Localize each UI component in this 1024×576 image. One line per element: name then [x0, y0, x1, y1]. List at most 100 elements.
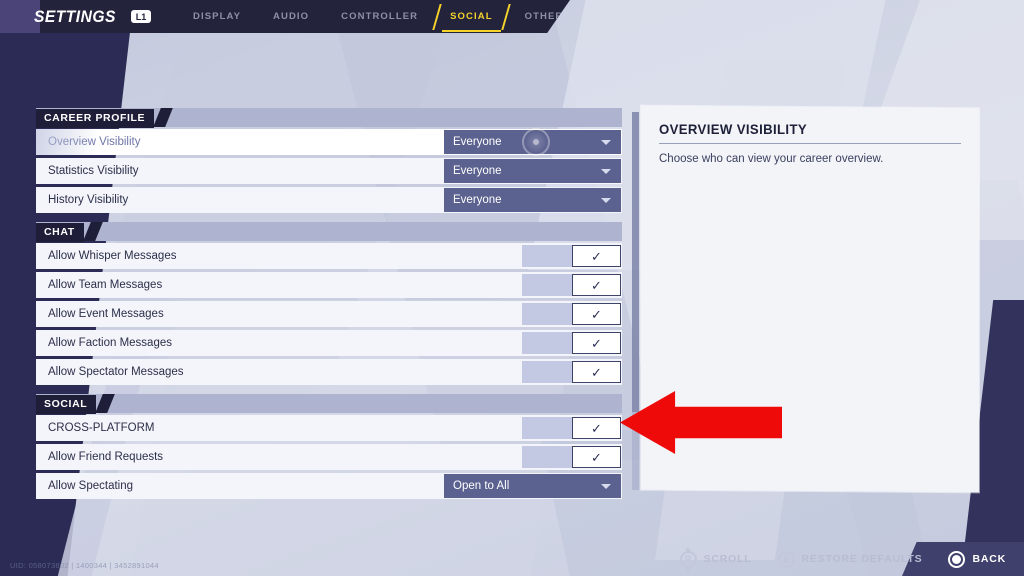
- setting-label: Allow Friend Requests: [48, 451, 164, 463]
- allow-team-messages-checkbox[interactable]: ✓: [522, 274, 621, 296]
- setting-row-allow-team-messages[interactable]: Allow Team Messages ✓: [36, 272, 622, 298]
- allow-friend-requests-checkbox[interactable]: ✓: [522, 446, 621, 468]
- checkbox-track: [522, 274, 572, 296]
- setting-row-allow-spectating[interactable]: Allow Spectating Open to All: [36, 473, 622, 499]
- info-panel-title: OVERVIEW VISIBILITY: [659, 121, 808, 137]
- tab-label: SOCIAL: [450, 11, 493, 22]
- info-panel-content: OVERVIEW VISIBILITY Choose who can view …: [641, 107, 979, 182]
- setting-label: History Visibility: [48, 194, 129, 206]
- cursor-indicator: [522, 128, 550, 156]
- shoulder-button-l1-badge[interactable]: L1: [131, 10, 152, 23]
- allow-whisper-messages-checkbox[interactable]: ✓: [522, 245, 621, 267]
- history-visibility-dropdown[interactable]: Everyone: [444, 188, 621, 212]
- group-slash-decoration: [95, 394, 116, 413]
- setting-row-statistics-visibility[interactable]: Statistics Visibility Everyone: [36, 158, 622, 184]
- build-id-text: UID: 058073802 | 1400344 | 3452891044: [10, 561, 159, 570]
- checkmark-icon: ✓: [572, 332, 621, 354]
- chevron-down-icon: [601, 198, 611, 203]
- group-title: CAREER PROFILE: [36, 109, 155, 128]
- prompt-restore-defaults[interactable]: RESTORE DEFAULTS: [777, 550, 923, 568]
- allow-spectator-messages-checkbox[interactable]: ✓: [522, 361, 621, 383]
- setting-row-history-visibility[interactable]: History Visibility Everyone: [36, 187, 622, 213]
- info-panel-divider: [659, 143, 961, 144]
- tab-label: AUDIO: [273, 11, 310, 22]
- prompt-label: RESTORE DEFAULTS: [801, 553, 923, 565]
- tab-other[interactable]: OTHER: [509, 0, 570, 33]
- tab-audio[interactable]: AUDIO: [257, 0, 325, 33]
- circle-button-icon: [948, 550, 966, 568]
- tab-social[interactable]: SOCIAL: [434, 0, 509, 33]
- group-slash-decoration: [153, 108, 174, 127]
- checkbox-track: [522, 446, 572, 468]
- tab-controller[interactable]: CONTROLLER: [325, 0, 434, 33]
- checkbox-track: [522, 245, 572, 267]
- setting-label: Allow Event Messages: [48, 308, 164, 320]
- settings-tab-list: DISPLAY AUDIO CONTROLLER SOCIAL OTHER AC…: [177, 0, 730, 33]
- top-navigation-bar: SETTINGS L1 DISPLAY AUDIO CONTROLLER SOC…: [0, 0, 570, 33]
- dropdown-value: Everyone: [453, 165, 502, 177]
- checkmark-icon: ✓: [572, 446, 621, 468]
- settings-scrollbar-thumb[interactable]: [632, 112, 639, 412]
- checkmark-icon: ✓: [572, 274, 621, 296]
- settings-scrollbar-track[interactable]: [632, 112, 639, 490]
- dropdown-value: Everyone: [453, 194, 502, 206]
- setting-label: Allow Faction Messages: [48, 337, 172, 349]
- setting-row-cross-platform[interactable]: CROSS-PLATFORM ✓: [36, 415, 622, 441]
- allow-faction-messages-checkbox[interactable]: ✓: [522, 332, 621, 354]
- group-header-background: [36, 394, 622, 413]
- group-header-social: SOCIAL: [36, 394, 622, 414]
- checkbox-track: [522, 332, 572, 354]
- tab-label: ACCESSIBILITY: [595, 11, 682, 22]
- prompt-label: BACK: [972, 553, 1006, 565]
- group-title: CHAT: [36, 223, 84, 242]
- info-panel-description: Choose who can view your career overview…: [659, 153, 884, 165]
- game-settings-screen: SETTINGS L1 DISPLAY AUDIO CONTROLLER SOC…: [0, 0, 1024, 576]
- tab-accessibility[interactable]: ACCESSIBILITY: [579, 0, 698, 33]
- cross-platform-checkbox[interactable]: ✓: [522, 417, 621, 439]
- setting-label: Allow Team Messages: [48, 279, 163, 291]
- overview-visibility-dropdown[interactable]: Everyone: [444, 128, 621, 156]
- checkmark-icon: ✓: [572, 417, 621, 439]
- setting-label: Allow Spectator Messages: [48, 366, 184, 378]
- group-title: SOCIAL: [36, 395, 97, 414]
- tab-label: DISPLAY: [193, 11, 242, 22]
- setting-label: Allow Spectating: [48, 480, 134, 492]
- setting-row-allow-friend-requests[interactable]: Allow Friend Requests ✓: [36, 444, 622, 470]
- group-header-chat: CHAT: [36, 222, 622, 242]
- prompt-back[interactable]: BACK: [948, 550, 1006, 568]
- setting-row-allow-spectator-messages[interactable]: Allow Spectator Messages ✓: [36, 359, 622, 385]
- setting-row-overview-visibility[interactable]: Overview Visibility Everyone: [36, 128, 622, 156]
- settings-list: CAREER PROFILE Overview Visibility Every…: [36, 108, 622, 502]
- setting-label: CROSS-PLATFORM: [48, 422, 155, 434]
- checkmark-icon: ✓: [572, 303, 621, 325]
- setting-label: Allow Whisper Messages: [48, 250, 177, 262]
- prompt-label: SCROLL: [703, 553, 752, 565]
- dropdown-value: Everyone: [453, 136, 502, 148]
- group-header-career-profile: CAREER PROFILE: [36, 108, 622, 128]
- checkmark-icon: ✓: [572, 245, 621, 267]
- setting-label: Statistics Visibility: [48, 165, 139, 177]
- right-stick-icon: R: [679, 546, 697, 572]
- tab-display[interactable]: DISPLAY: [177, 0, 257, 33]
- chevron-down-icon: [601, 140, 611, 145]
- shoulder-button-r1-badge[interactable]: R1: [710, 10, 730, 23]
- chevron-down-icon: [601, 484, 611, 489]
- tab-label: OTHER: [524, 11, 564, 22]
- allow-spectating-dropdown[interactable]: Open to All: [444, 474, 621, 498]
- triangle-button-icon: [777, 550, 795, 568]
- setting-row-allow-event-messages[interactable]: Allow Event Messages ✓: [36, 301, 622, 327]
- tab-label: CONTROLLER: [341, 11, 419, 22]
- prompt-scroll[interactable]: R SCROLL: [679, 546, 752, 572]
- setting-label: Overview Visibility: [48, 136, 141, 148]
- chevron-down-icon: [601, 169, 611, 174]
- statistics-visibility-dropdown[interactable]: Everyone: [444, 159, 621, 183]
- active-tab-underline: [442, 30, 501, 32]
- dropdown-value: Open to All: [453, 480, 510, 492]
- setting-row-allow-faction-messages[interactable]: Allow Faction Messages ✓: [36, 330, 622, 356]
- group-header-background: [36, 222, 622, 241]
- allow-event-messages-checkbox[interactable]: ✓: [522, 303, 621, 325]
- group-slash-decoration: [82, 222, 103, 241]
- setting-row-allow-whisper-messages[interactable]: Allow Whisper Messages ✓: [36, 243, 622, 269]
- page-title: SETTINGS: [34, 6, 116, 26]
- checkbox-track: [522, 303, 572, 325]
